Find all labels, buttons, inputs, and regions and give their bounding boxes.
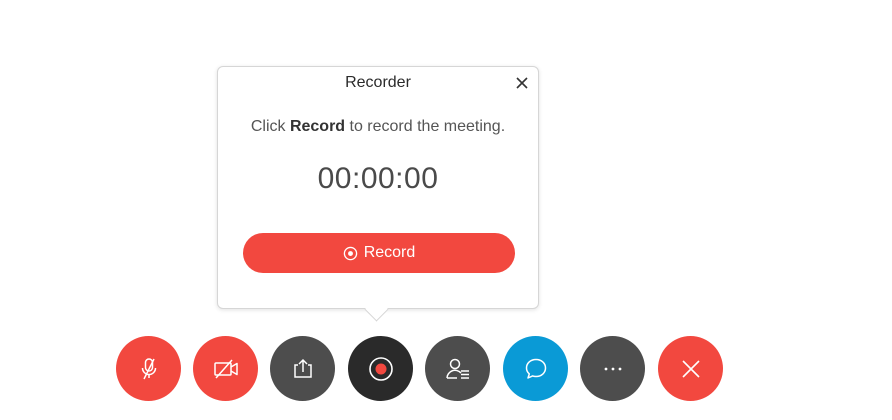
close-icon	[681, 359, 700, 378]
recording-timer: 00:00:00	[317, 162, 439, 195]
meeting-toolbar	[116, 336, 724, 401]
popover-arrow	[364, 297, 389, 322]
record-button-icon	[343, 246, 358, 261]
instruction-bold: Record	[289, 118, 346, 135]
participants-icon	[445, 358, 469, 379]
recorder-popover: Recorder Click Record to record the meet…	[217, 66, 539, 322]
share-content-button[interactable]	[270, 336, 335, 401]
video-off-icon	[213, 359, 238, 378]
record-toolbar-button[interactable]	[348, 336, 413, 401]
participants-button[interactable]	[425, 336, 490, 401]
recorder-instruction: Click Record to record the meeting.	[218, 118, 538, 136]
chat-icon	[525, 358, 546, 379]
microphone-off-icon	[141, 357, 156, 379]
instruction-prefix: Click	[250, 118, 290, 135]
record-button-label: Record	[363, 244, 416, 261]
more-icon	[604, 367, 621, 370]
mute-microphone-button[interactable]	[116, 336, 181, 401]
instruction-suffix: to record the meeting.	[345, 118, 506, 135]
record-icon	[368, 356, 393, 381]
more-options-button[interactable]	[580, 336, 645, 401]
stop-video-button[interactable]	[193, 336, 258, 401]
chat-button[interactable]	[503, 336, 568, 401]
record-button[interactable]: Record	[243, 233, 515, 273]
close-icon[interactable]	[514, 75, 530, 91]
leave-meeting-button[interactable]	[658, 336, 723, 401]
recorder-title: Recorder	[345, 74, 411, 91]
share-icon	[293, 358, 312, 378]
